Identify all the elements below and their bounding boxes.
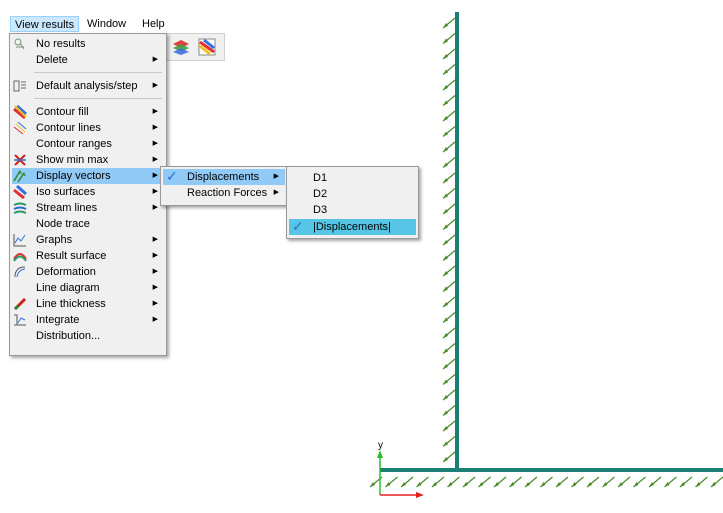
menu-separator [34, 98, 162, 99]
menu-item-result-surface[interactable]: Result surface ▶ [12, 248, 164, 264]
submenu-arrow-icon: ▶ [152, 140, 158, 147]
display-vectors-submenu: ✓ Displacements ▶ Reaction Forces ▶ [160, 166, 288, 206]
menu-item-label: Iso surfaces [36, 186, 96, 198]
menu-item-contour-lines[interactable]: Contour lines ▶ [12, 120, 164, 136]
menu-item-label: Distribution... [36, 330, 101, 342]
submenu-arrow-icon: ▶ [273, 189, 279, 196]
menu-item-label: Line diagram [36, 282, 100, 294]
menu-item-iso-surfaces[interactable]: Iso surfaces ▶ [12, 184, 164, 200]
menu-item-label: Node trace [36, 218, 90, 230]
menu-item-label: Contour lines [36, 122, 101, 134]
menu-item-no-results[interactable]: No results [12, 36, 164, 52]
stream-lines-icon [13, 202, 27, 214]
submenu-arrow-icon: ▶ [152, 108, 158, 115]
menu-item-label: |Displacements| [313, 221, 391, 233]
submenu-arrow-icon: ▶ [152, 236, 158, 243]
menu-item-label: Delete [36, 54, 68, 66]
submenu-arrow-icon: ▶ [152, 124, 158, 131]
menu-item-label: Result surface [36, 250, 107, 262]
integrate-icon [14, 314, 26, 326]
submenu-arrow-icon: ▶ [152, 316, 158, 323]
menu-item-label: No results [36, 38, 86, 50]
menu-item-label: Graphs [36, 234, 73, 246]
view-results-menu: No results Delete ▶ Default analysis/ste… [9, 33, 167, 356]
menu-item-label: D2 [313, 188, 328, 200]
submenu-arrow-icon: ▶ [152, 268, 158, 275]
menu-item-integrate[interactable]: Integrate ▶ [12, 312, 164, 328]
displacements-submenu: D1 D2 D3 ✓ |Displacements| [286, 166, 419, 239]
menu-item-delete[interactable]: Delete ▶ [12, 52, 164, 68]
line-thickness-icon [13, 297, 27, 311]
menu-view-results[interactable]: View results [10, 16, 80, 32]
menu-item-label: D3 [313, 204, 328, 216]
layers-icon[interactable] [172, 38, 190, 56]
menu-window[interactable]: Window [83, 16, 130, 32]
menu-item-line-diagram[interactable]: Line diagram ▶ [12, 280, 164, 296]
submenu-arrow-icon: ▶ [152, 284, 158, 291]
horizontal-displacement-vectors [369, 476, 723, 488]
menu-item-d1[interactable]: D1 [289, 170, 416, 186]
menu-item-label: Deformation [36, 266, 96, 278]
menu-item-default-analysis-step[interactable]: Default analysis/step ▶ [12, 78, 164, 94]
deformation-icon [14, 266, 26, 278]
submenu-arrow-icon: ▶ [152, 82, 158, 89]
axis-y-label: y [378, 440, 383, 451]
menu-item-distribution[interactable]: Distribution... [12, 328, 164, 344]
menu-item-magnitude-displacements[interactable]: ✓ |Displacements| [289, 218, 416, 235]
menu-item-stream-lines[interactable]: Stream lines ▶ [12, 200, 164, 216]
menu-item-d3[interactable]: D3 [289, 202, 416, 218]
submenu-arrow-icon: ▶ [152, 188, 158, 195]
submenu-arrow-icon: ▶ [152, 156, 158, 163]
menu-item-node-trace[interactable]: Node trace [12, 216, 164, 232]
toolbar [165, 33, 225, 61]
menu-item-label: Reaction Forces [187, 187, 268, 199]
menu-item-displacements[interactable]: ✓ Displacements ▶ [163, 168, 285, 185]
menu-item-d2[interactable]: D2 [289, 186, 416, 202]
menu-item-label: Display vectors [36, 170, 111, 182]
menu-item-label: Contour ranges [36, 138, 112, 150]
menu-item-deformation[interactable]: Deformation ▶ [12, 264, 164, 280]
submenu-arrow-icon: ▶ [152, 172, 158, 179]
min-max-icon [14, 154, 26, 166]
graphs-icon [13, 234, 26, 247]
display-vectors-icon [13, 170, 26, 183]
menu-bar: View results Window Help [0, 0, 200, 32]
check-icon: ✓ [292, 218, 304, 234]
menu-item-label: Show min max [36, 154, 109, 166]
menu-item-label: D1 [313, 172, 328, 184]
contour-lines-icon [13, 121, 27, 135]
menu-item-line-thickness[interactable]: Line thickness ▶ [12, 296, 164, 312]
menu-item-label: Contour fill [36, 106, 89, 118]
check-icon: ✓ [166, 168, 178, 184]
iso-surfaces-icon [13, 185, 27, 199]
no-results-icon [14, 38, 25, 50]
menu-item-reaction-forces[interactable]: Reaction Forces ▶ [163, 185, 285, 201]
menu-separator [34, 72, 162, 73]
submenu-arrow-icon: ▶ [152, 300, 158, 307]
contour-icon[interactable] [198, 38, 216, 56]
menu-item-label: Integrate [36, 314, 80, 326]
submenu-arrow-icon: ▶ [152, 204, 158, 211]
menu-item-label: Default analysis/step [36, 80, 138, 92]
menu-help[interactable]: Help [138, 16, 169, 32]
menu-item-label: Line thickness [36, 298, 106, 310]
submenu-arrow-icon: ▶ [273, 173, 279, 180]
menu-item-contour-fill[interactable]: Contour fill ▶ [12, 104, 164, 120]
vertical-displacement-vectors [442, 17, 456, 463]
result-surface-icon [13, 253, 27, 262]
menu-item-contour-ranges[interactable]: Contour ranges ▶ [12, 136, 164, 152]
submenu-arrow-icon: ▶ [152, 56, 158, 63]
menu-item-show-min-max[interactable]: Show min max ▶ [12, 152, 164, 168]
menu-item-label: Stream lines [36, 202, 98, 214]
default-analysis-icon [13, 80, 26, 92]
menu-item-label: Displacements [187, 171, 260, 183]
menu-item-graphs[interactable]: Graphs ▶ [12, 232, 164, 248]
contour-fill-icon [13, 105, 27, 119]
submenu-arrow-icon: ▶ [152, 252, 158, 259]
menu-item-display-vectors[interactable]: Display vectors ▶ [12, 168, 164, 184]
